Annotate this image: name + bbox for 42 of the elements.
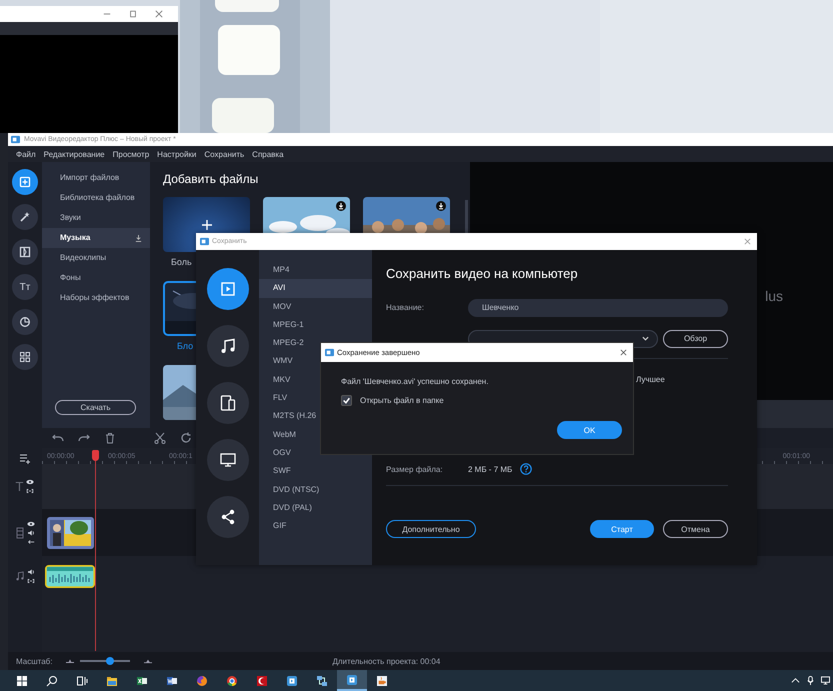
category-item[interactable]: Звуки bbox=[42, 208, 150, 228]
format-item[interactable]: MOV bbox=[259, 298, 372, 316]
checkbox-label: Открыть файл в папке bbox=[360, 396, 444, 405]
download-button[interactable]: Скачать bbox=[55, 400, 136, 415]
format-item[interactable]: MPEG-1 bbox=[259, 316, 372, 334]
field-label: Размер файла: bbox=[386, 464, 444, 474]
project-duration: Длительность проекта: 00:04 bbox=[332, 656, 440, 666]
menu-item[interactable]: Файл bbox=[16, 150, 36, 158]
format-item[interactable]: SWF bbox=[259, 462, 372, 481]
file-size: 2 МБ - 7 МБ bbox=[468, 464, 512, 474]
category-item[interactable]: Видеоклипы bbox=[42, 248, 150, 268]
menu-item[interactable]: Настройки bbox=[157, 150, 196, 158]
menu-item[interactable]: Справка bbox=[252, 150, 284, 158]
format-item[interactable]: GIF bbox=[259, 517, 372, 536]
quality-value: Лучшее bbox=[636, 374, 665, 384]
section-title: Добавить файлы bbox=[163, 172, 260, 186]
menu-item[interactable]: Редактирование bbox=[44, 150, 105, 158]
category-item[interactable]: Импорт файлов bbox=[42, 168, 150, 188]
titles-glyph: Tт bbox=[20, 282, 30, 292]
format-item[interactable]: DVD (NTSC) bbox=[259, 480, 372, 499]
tool-button[interactable]: Tт bbox=[12, 274, 38, 300]
field-label: Название: bbox=[386, 303, 425, 312]
category-item[interactable]: Музыка bbox=[42, 228, 150, 248]
zoom-label: Масштаб: bbox=[16, 656, 52, 666]
browse-button[interactable]: Обзор bbox=[663, 330, 728, 348]
cancel-button[interactable]: Отмена bbox=[663, 520, 728, 538]
format-item[interactable]: AVI bbox=[259, 279, 372, 298]
menu-item[interactable]: Сохранить bbox=[204, 150, 244, 158]
preview-text: lus bbox=[765, 288, 783, 304]
category-item[interactable]: Библиотека файлов bbox=[42, 188, 150, 208]
tile-label: Бло bbox=[177, 341, 194, 351]
name-field[interactable]: Шевченко bbox=[468, 298, 728, 316]
format-item[interactable]: MP4 bbox=[259, 261, 372, 280]
category-item[interactable]: Наборы эффектов bbox=[42, 288, 150, 308]
format-item[interactable]: DVD (PAL) bbox=[259, 498, 372, 518]
more-settings-button[interactable]: Дополнительно bbox=[386, 520, 476, 538]
dialog-heading: Сохранить видео на компьютер bbox=[386, 266, 579, 283]
text-track-icon: T bbox=[16, 479, 24, 494]
tile-label: Боль bbox=[171, 257, 192, 267]
message-text: Файл 'Шевченко.avi' успешно сохранен. bbox=[341, 377, 490, 386]
category-item[interactable]: Фоны bbox=[42, 268, 150, 288]
menu-item[interactable]: Просмотр bbox=[112, 150, 150, 158]
